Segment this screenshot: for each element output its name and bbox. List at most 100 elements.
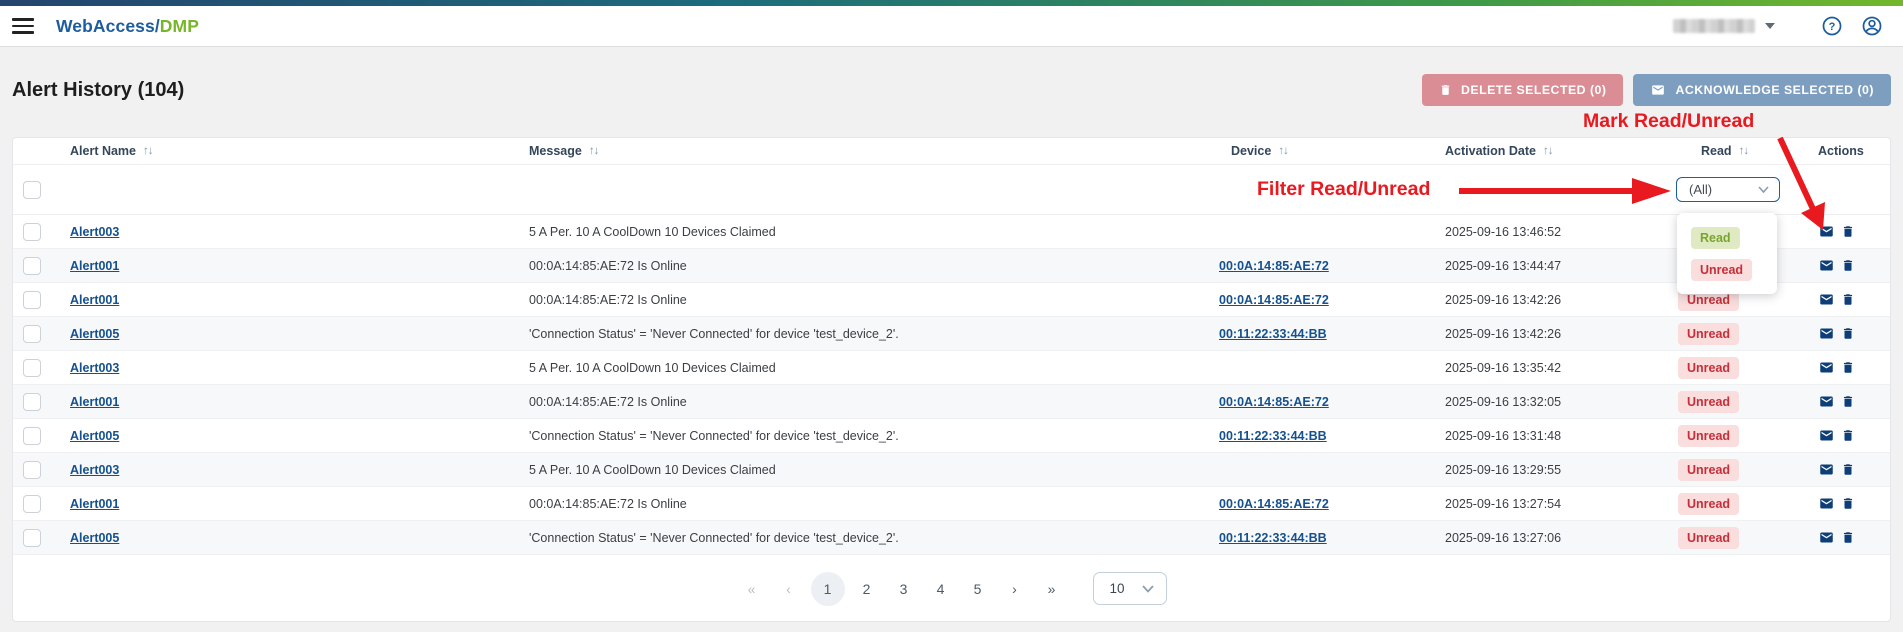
activation-date: 2025-09-16 13:44:47 (1445, 259, 1561, 273)
column-header-activation-date[interactable]: Activation Date↑↓ (1445, 144, 1673, 158)
activation-date: 2025-09-16 13:27:06 (1445, 531, 1561, 545)
device-link[interactable]: 00:0A:14:85:AE:72 (1219, 259, 1329, 273)
device-link[interactable]: 00:0A:14:85:AE:72 (1219, 497, 1329, 511)
sort-arrows-icon[interactable]: ↑↓ (143, 145, 153, 157)
device-link[interactable]: 00:11:22:33:44:BB (1219, 429, 1327, 443)
mark-read-envelope-icon[interactable] (1818, 394, 1835, 409)
page-size-value: 10 (1110, 581, 1142, 596)
table-row: Alert001 00:0A:14:85:AE:72 Is Online 00:0A… (13, 487, 1890, 521)
device-link[interactable]: 00:11:22:33:44:BB (1219, 327, 1327, 341)
activation-date: 2025-09-16 13:46:52 (1445, 225, 1561, 239)
row-checkbox[interactable] (23, 291, 41, 309)
column-header-message[interactable]: Message ↑↓ (517, 144, 1219, 158)
row-checkbox[interactable] (23, 393, 41, 411)
delete-row-trash-icon[interactable] (1841, 224, 1855, 239)
pagination-page-5[interactable]: 5 (963, 572, 993, 606)
column-header-label: Message (529, 144, 582, 158)
delete-row-trash-icon[interactable] (1841, 258, 1855, 273)
pagination-page-2[interactable]: 2 (852, 572, 882, 606)
app-logo[interactable]: WebAccess/DMP (56, 16, 199, 37)
alert-message: 00:0A:14:85:AE:72 Is Online (529, 395, 687, 409)
sort-arrows-icon[interactable]: ↑↓ (1739, 145, 1749, 157)
device-link[interactable]: 00:0A:14:85:AE:72 (1219, 293, 1329, 307)
read-status-badge: Unread (1678, 527, 1739, 549)
read-status-badge: Unread (1678, 391, 1739, 413)
mark-read-envelope-icon[interactable] (1818, 258, 1835, 273)
alert-name-link[interactable]: Alert001 (70, 293, 119, 307)
read-filter-option-read[interactable]: Read (1691, 227, 1740, 249)
acknowledge-selected-button[interactable]: ACKNOWLEDGE SELECTED (0) (1633, 74, 1891, 106)
mark-read-envelope-icon[interactable] (1818, 292, 1835, 307)
help-icon[interactable]: ? (1821, 15, 1843, 37)
pagination-first[interactable]: « (737, 572, 767, 606)
delete-row-trash-icon[interactable] (1841, 292, 1855, 307)
mark-read-envelope-icon[interactable] (1818, 496, 1835, 511)
alert-message: 5 A Per. 10 A CoolDown 10 Devices Claime… (529, 225, 776, 239)
column-header-alert-name[interactable]: Alert Name↑↓ (58, 144, 517, 158)
table-row: Alert0035 A Per. 10 A CoolDown 10 Device… (13, 453, 1890, 487)
delete-row-trash-icon[interactable] (1841, 394, 1855, 409)
delete-row-trash-icon[interactable] (1841, 530, 1855, 545)
column-header-device[interactable]: Device↑↓ (1219, 144, 1445, 158)
logo-primary: WebAccess/ (56, 16, 160, 36)
mark-read-envelope-icon[interactable] (1818, 360, 1835, 375)
pagination-page-1[interactable]: 1 (811, 572, 845, 606)
delete-row-trash-icon[interactable] (1841, 428, 1855, 443)
alert-name-link[interactable]: Alert005 (70, 327, 119, 341)
table-row: Alert005'Connection Status' = 'Never Con… (13, 419, 1890, 453)
account-menu[interactable] (1673, 18, 1775, 34)
user-account-icon[interactable] (1861, 15, 1883, 37)
pagination-page-4[interactable]: 4 (926, 572, 956, 606)
hamburger-menu-icon[interactable] (12, 18, 34, 34)
alert-name-link[interactable]: Alert005 (70, 531, 119, 545)
alert-message: 00:0A:14:85:AE:72 Is Online (529, 497, 687, 511)
row-checkbox[interactable] (23, 325, 41, 343)
read-status-badge: Unread (1678, 493, 1739, 515)
alert-name-link[interactable]: Alert003 (70, 361, 119, 375)
mark-read-envelope-icon[interactable] (1818, 428, 1835, 443)
delete-row-trash-icon[interactable] (1841, 462, 1855, 477)
sort-arrows-icon[interactable]: ↑↓ (1543, 145, 1553, 157)
row-checkbox[interactable] (23, 495, 41, 513)
delete-row-trash-icon[interactable] (1841, 326, 1855, 341)
alert-name-link[interactable]: Alert003 (70, 225, 119, 239)
pagination: «‹12345›» 10 (13, 555, 1890, 622)
column-header-read[interactable]: Read↑↓ (1673, 144, 1809, 158)
pagination-prev[interactable]: ‹ (774, 572, 804, 606)
chevron-down-icon (1765, 23, 1775, 34)
trash-icon (1439, 83, 1452, 97)
mark-read-envelope-icon[interactable] (1818, 530, 1835, 545)
sort-arrows-icon[interactable]: ↑↓ (589, 145, 599, 157)
delete-row-trash-icon[interactable] (1841, 360, 1855, 375)
page-size-select[interactable]: 10 (1093, 572, 1167, 605)
alert-name-link[interactable]: Alert001 (70, 259, 119, 273)
mark-read-envelope-icon[interactable] (1818, 224, 1835, 239)
device-link[interactable]: 00:11:22:33:44:BB (1219, 531, 1327, 545)
delete-selected-button[interactable]: DELETE SELECTED (0) (1422, 74, 1623, 106)
pagination-page-3[interactable]: 3 (889, 572, 919, 606)
select-all-checkbox[interactable] (23, 181, 41, 199)
device-link[interactable]: 00:0A:14:85:AE:72 (1219, 395, 1329, 409)
alert-name-link[interactable]: Alert001 (70, 395, 119, 409)
read-filter-select[interactable]: (All) (1676, 177, 1780, 202)
row-checkbox[interactable] (23, 427, 41, 445)
read-filter-option-unread[interactable]: Unread (1691, 259, 1752, 281)
alert-name-link[interactable]: Alert003 (70, 463, 119, 477)
table-row: Alert001 00:0A:14:85:AE:72 Is Online 00:0A… (13, 385, 1890, 419)
sort-arrows-icon[interactable]: ↑↓ (1278, 145, 1288, 157)
row-checkbox[interactable] (23, 529, 41, 547)
pagination-last[interactable]: » (1037, 572, 1067, 606)
table-filter-row: (All) (13, 164, 1890, 215)
pagination-next[interactable]: › (1000, 572, 1030, 606)
row-checkbox[interactable] (23, 223, 41, 241)
svg-text:?: ? (1829, 21, 1836, 33)
row-checkbox[interactable] (23, 359, 41, 377)
alert-name-link[interactable]: Alert005 (70, 429, 119, 443)
delete-row-trash-icon[interactable] (1841, 496, 1855, 511)
alert-name-link[interactable]: Alert001 (70, 497, 119, 511)
row-checkbox[interactable] (23, 461, 41, 479)
mark-read-envelope-icon[interactable] (1818, 462, 1835, 477)
row-checkbox[interactable] (23, 257, 41, 275)
chevron-down-icon (1142, 585, 1154, 593)
mark-read-envelope-icon[interactable] (1818, 326, 1835, 341)
